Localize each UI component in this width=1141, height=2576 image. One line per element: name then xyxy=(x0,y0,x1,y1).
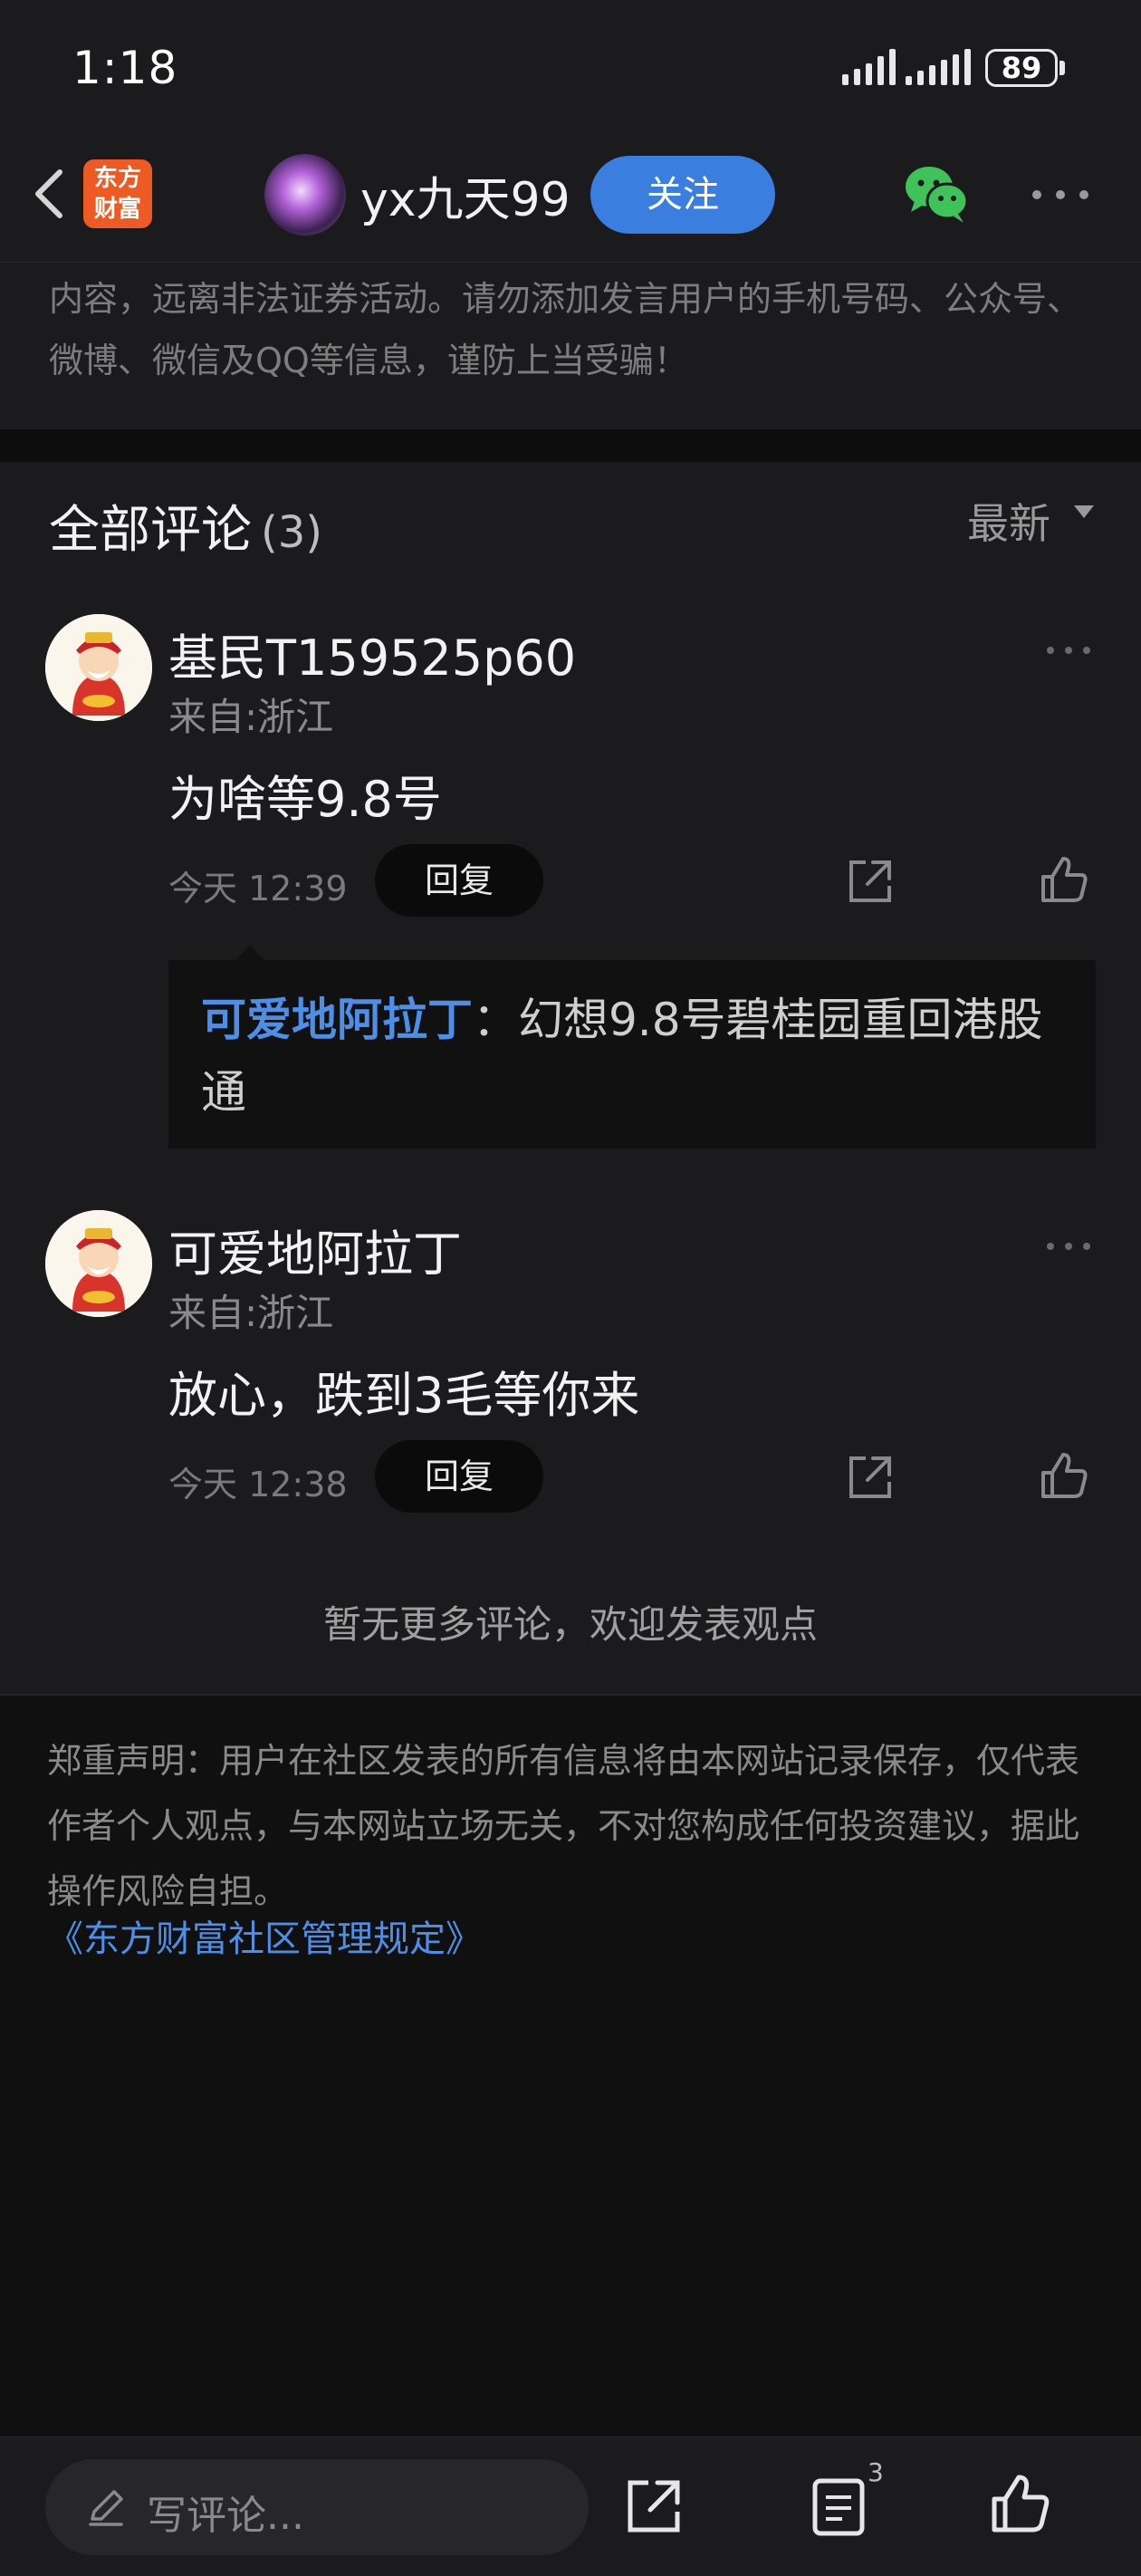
cellular-signal-icon xyxy=(906,49,971,85)
share-icon[interactable] xyxy=(846,1453,895,1502)
comment-count-badge: 3 xyxy=(868,2457,884,2487)
reply-text: 可爱地阿拉丁：幻想9.8号碧桂园重回港股通 xyxy=(201,984,1070,1129)
share-icon[interactable] xyxy=(846,857,895,906)
comment-body[interactable]: 为啥等9.8号 xyxy=(168,759,442,831)
comment-item: 可爱地阿拉丁 来自:浙江 放心，跌到3毛等你来 今天 12:38 回复 xyxy=(0,1210,1141,1554)
comment-time: 今天 12:38 xyxy=(168,1465,348,1504)
comment-item: 基民T159525p60 来自:浙江 为啥等9.8号 今天 12:39 回复 xyxy=(0,614,1141,958)
thumbs-up-icon[interactable] xyxy=(1038,853,1090,906)
battery-level: 89 xyxy=(985,49,1058,87)
wechat-icon[interactable] xyxy=(902,161,971,226)
reply-button[interactable]: 回复 xyxy=(375,844,543,917)
bottom-bar: 写评论... 3 xyxy=(0,2437,1141,2576)
comment-more-icon[interactable] xyxy=(1047,647,1092,656)
reply-box[interactable]: 可爱地阿拉丁：幻想9.8号碧桂园重回港股通 xyxy=(168,960,1096,1149)
comment-placeholder: 写评论... xyxy=(147,2493,304,2539)
god-of-wealth-avatar-icon xyxy=(45,1210,152,1317)
reply-button[interactable]: 回复 xyxy=(375,1440,543,1513)
comment-input[interactable]: 写评论... xyxy=(45,2459,589,2555)
section-divider xyxy=(0,429,1141,462)
status-bar: 1:18 89 xyxy=(0,0,1141,136)
share-icon[interactable] xyxy=(625,2477,683,2535)
more-icon[interactable] xyxy=(1032,190,1088,201)
warning-section: 内容，远离非法证券活动。请勿添加发言用户的手机号码、公众号、微博、微信及QQ等信… xyxy=(0,263,1141,429)
app-logo[interactable]: 东方 财富 xyxy=(83,159,152,228)
avatar[interactable] xyxy=(45,614,152,721)
community-rules-link[interactable]: 《东方财富社区管理规定》 xyxy=(47,1909,482,1962)
comments-title: 全部评论 (3) xyxy=(49,489,322,562)
comment-author[interactable]: 可爱地阿拉丁 xyxy=(168,1214,462,1285)
battery-tip xyxy=(1060,61,1065,75)
back-arrow-icon xyxy=(35,169,62,218)
author-avatar[interactable] xyxy=(264,154,346,235)
disclaimer-section: 郑重声明：用户在社区发表的所有信息将由本网站记录保存，仅代表作者个人观点，与本网… xyxy=(0,1694,1141,2437)
reply-arrow xyxy=(235,946,264,960)
comment-location: 来自:浙江 xyxy=(168,1291,334,1335)
comment-location: 来自:浙江 xyxy=(168,695,334,739)
comments-title-label: 全部评论 xyxy=(49,501,252,560)
comment-author[interactable]: 基民T159525p60 xyxy=(168,618,576,689)
reply-author[interactable]: 可爱地阿拉丁 xyxy=(201,994,473,1046)
comments-count: (3) xyxy=(261,507,322,558)
warning-text: 内容，远离非法证券活动。请勿添加发言用户的手机号码、公众号、微博、微信及QQ等信… xyxy=(49,279,1082,380)
back-button[interactable] xyxy=(18,159,82,228)
avatar[interactable] xyxy=(45,1210,152,1317)
nav-bar: 东方 财富 yx九天99 关注 xyxy=(0,136,1141,263)
comment-list-icon[interactable] xyxy=(811,2477,866,2537)
thumbs-up-icon[interactable] xyxy=(1038,1449,1090,1502)
pencil-icon xyxy=(89,2490,123,2526)
app-logo-text: 东方 财富 xyxy=(93,165,141,223)
wifi-signal-icon xyxy=(842,49,896,85)
status-time: 1:18 xyxy=(72,42,178,94)
thumbs-up-icon[interactable] xyxy=(989,2472,1052,2535)
sort-caret-icon[interactable] xyxy=(1074,505,1094,518)
god-of-wealth-avatar-icon xyxy=(45,614,152,721)
sort-button[interactable]: 最新 xyxy=(967,491,1050,551)
comment-body[interactable]: 放心，跌到3毛等你来 xyxy=(168,1355,639,1427)
follow-button[interactable]: 关注 xyxy=(590,156,775,234)
author-name[interactable]: yx九天99 xyxy=(360,161,570,229)
comments-section: 全部评论 (3) 最新 基民T159525p60 来自:浙江 为啥等9.8号 今天… xyxy=(0,462,1141,1694)
disclaimer-text: 郑重声明：用户在社区发表的所有信息将由本网站记录保存，仅代表作者个人观点，与本网… xyxy=(47,1741,1080,1911)
comment-more-icon[interactable] xyxy=(1047,1243,1092,1252)
no-more-comments: 暂无更多评论，欢迎发表观点 xyxy=(322,1602,818,1647)
comment-time: 今天 12:39 xyxy=(168,869,348,908)
